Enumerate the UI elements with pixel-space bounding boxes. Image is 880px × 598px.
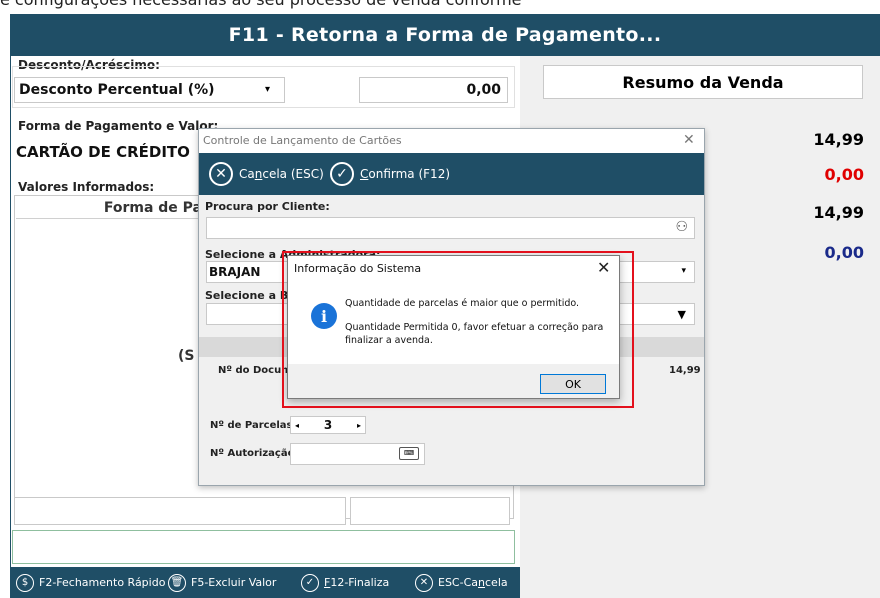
cancel-button[interactable]: ✕ Cancela (ESC) [209,162,324,186]
autorizacao-input[interactable]: ⌨ [290,443,425,465]
excluir-valor-button[interactable]: 🗑 F5-Excluir Valor [168,573,276,592]
user-search-icon[interactable]: ⚇ [675,219,688,235]
bottom-action-bar: $ F2-Fechamento Rápido 🗑 F5-Excluir Valo… [10,567,520,598]
cancel-x-icon: ✕ [415,573,433,592]
valores-partial-text: (S [178,348,195,364]
pagamento-select[interactable]: CARTÃO DE CRÉDITO [12,136,212,168]
parcelas-stepper[interactable]: ◂ 3 ▸ [290,416,366,434]
fechamento-rapido-button[interactable]: $ F2-Fechamento Rápido [16,573,165,592]
modal-toolbar: ✕ Cancela (ESC) ✓ Confirma (F12) [199,153,704,195]
confirm-button[interactable]: ✓ Confirma (F12) [330,162,450,186]
desconto-type-value: Desconto Percentual (%) [19,82,215,98]
window-title: F11 - Retorna a Forma de Pagamento... [228,24,662,46]
resumo-title: Resumo da Venda [622,72,784,92]
observation-input[interactable] [12,530,515,564]
coins-icon: $ [16,573,34,592]
modal-title: Controle de Lançamento de Cartões [203,134,402,147]
cancel-x-icon: ✕ [209,162,233,186]
background-document-strip: e configurações necessárias ao seu proce… [0,0,880,10]
resumo-title-box: Resumo da Venda [543,65,863,99]
cliente-label: Procura por Cliente: [205,200,330,213]
chevron-down-icon: ▼ [677,308,686,321]
total-field-right[interactable] [350,497,510,525]
cancela-button[interactable]: ✕ ESC-Cancela [415,573,508,592]
resumo-value-2: 0,00 [824,165,864,184]
valores-table-header: Forma de Pa [16,197,206,219]
valores-column-header: Forma de Pa [103,199,202,216]
increment-icon[interactable]: ▸ [357,421,361,430]
window-left-border [10,56,11,598]
keyboard-icon[interactable]: ⌨ [399,447,419,460]
autorizacao-label: Nº Autorização: [210,448,299,459]
resumo-value-4: 0,00 [824,243,864,262]
decrement-icon[interactable]: ◂ [295,421,299,430]
desconto-amount-value: 0,00 [466,82,501,98]
highlight-box [282,251,634,408]
pagamento-value: CARTÃO DE CRÉDITO [16,143,190,161]
admin-value: BRAJAN [209,265,261,279]
background-text: e configurações necessárias ao seu proce… [0,0,522,9]
finaliza-button[interactable]: ✓ F12-Finaliza [301,573,389,592]
close-icon[interactable]: ✕ [683,132,695,148]
modal-title-bar: Controle de Lançamento de Cartões ✕ [199,129,704,153]
doc-label: Nº do Docum [218,365,292,376]
chevron-down-icon: ▾ [264,84,270,95]
total-field-left[interactable] [14,497,346,525]
checkmark-icon: ✓ [301,573,319,592]
parcelas-label: Nº de Parcelas: [210,420,297,431]
valores-label: Valores Informados: [18,180,155,194]
desconto-type-select[interactable]: Desconto Percentual (%) ▾ [14,77,285,103]
checkmark-icon: ✓ [330,162,354,186]
parcelas-value: 3 [323,418,333,432]
window-title-bar: F11 - Retorna a Forma de Pagamento... [10,14,880,56]
chevron-down-icon: ▾ [681,266,686,276]
desconto-amount-input[interactable]: 0,00 [359,77,508,103]
trash-icon: 🗑 [168,573,186,592]
resumo-value-1: 14,99 [813,130,864,149]
doc-value: 14,99 [669,365,701,376]
pagamento-label: Forma de Pagamento e Valor: [18,119,219,133]
cliente-search-input[interactable]: ⚇ [206,217,695,239]
resumo-value-3: 14,99 [813,203,864,222]
